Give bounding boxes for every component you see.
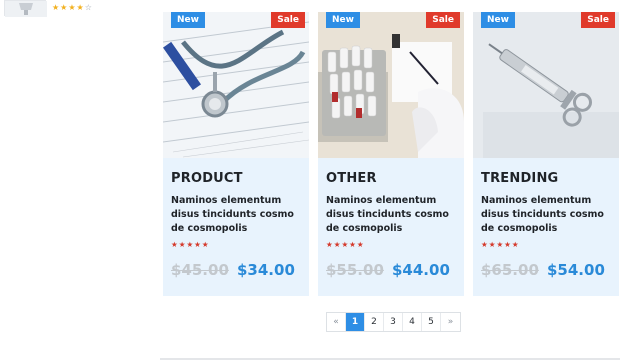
rating-stars: ★★★★★ <box>481 240 520 249</box>
rating-stars-filled: ★★★★ <box>52 3 85 12</box>
pagination-page-5[interactable]: 5 <box>422 313 441 331</box>
sale-price: $54.00 <box>547 261 605 279</box>
lab-tubes-image[interactable] <box>318 12 464 158</box>
product-description[interactable]: Naminos elementum disus tincidunts cosmo… <box>326 194 462 236</box>
old-price: $65.00 <box>481 261 539 279</box>
sale-price: $44.00 <box>392 261 450 279</box>
sidebar-product-thumbnail[interactable] <box>4 0 47 17</box>
pagination-page-2[interactable]: 2 <box>365 313 384 331</box>
product-description[interactable]: Naminos elementum disus tincidunts cosmo… <box>481 194 617 236</box>
stethoscope-image[interactable] <box>163 12 309 158</box>
sidebar-rating-stars: ★★★★☆ <box>52 3 93 12</box>
syringe-image[interactable] <box>473 12 619 158</box>
pagination-page-4[interactable]: 4 <box>403 313 422 331</box>
old-price: $55.00 <box>326 261 384 279</box>
sale-price: $34.00 <box>237 261 295 279</box>
pagination-prev-button[interactable]: « <box>327 313 346 331</box>
product-category[interactable]: TRENDING <box>481 171 558 186</box>
rating-stars: ★★★★★ <box>171 240 210 249</box>
product-category[interactable]: PRODUCT <box>171 171 243 186</box>
product-category[interactable]: OTHER <box>326 171 377 186</box>
old-price: $45.00 <box>171 261 229 279</box>
pagination-page-1[interactable]: 1 <box>346 313 365 331</box>
product-description[interactable]: Naminos elementum disus tincidunts cosmo… <box>171 194 307 236</box>
pagination-next-button[interactable]: » <box>441 313 460 331</box>
product-card-trending[interactable]: New Sale TRENDING Naminos elementum disu… <box>473 12 619 296</box>
new-badge: New <box>171 12 205 28</box>
rating-star-empty: ☆ <box>84 3 93 12</box>
sale-badge: Sale <box>271 12 305 28</box>
new-badge: New <box>481 12 515 28</box>
product-card-other[interactable]: New Sale OTHER Naminos elementum disus t… <box>318 12 464 296</box>
sale-badge: Sale <box>581 12 615 28</box>
new-badge: New <box>326 12 360 28</box>
rating-stars: ★★★★★ <box>326 240 365 249</box>
pagination: « 1 2 3 4 5 » <box>326 312 461 332</box>
pagination-page-3[interactable]: 3 <box>384 313 403 331</box>
sale-badge: Sale <box>426 12 460 28</box>
product-card-product[interactable]: New Sale PRODUCT Naminos elementum disus… <box>163 12 309 296</box>
